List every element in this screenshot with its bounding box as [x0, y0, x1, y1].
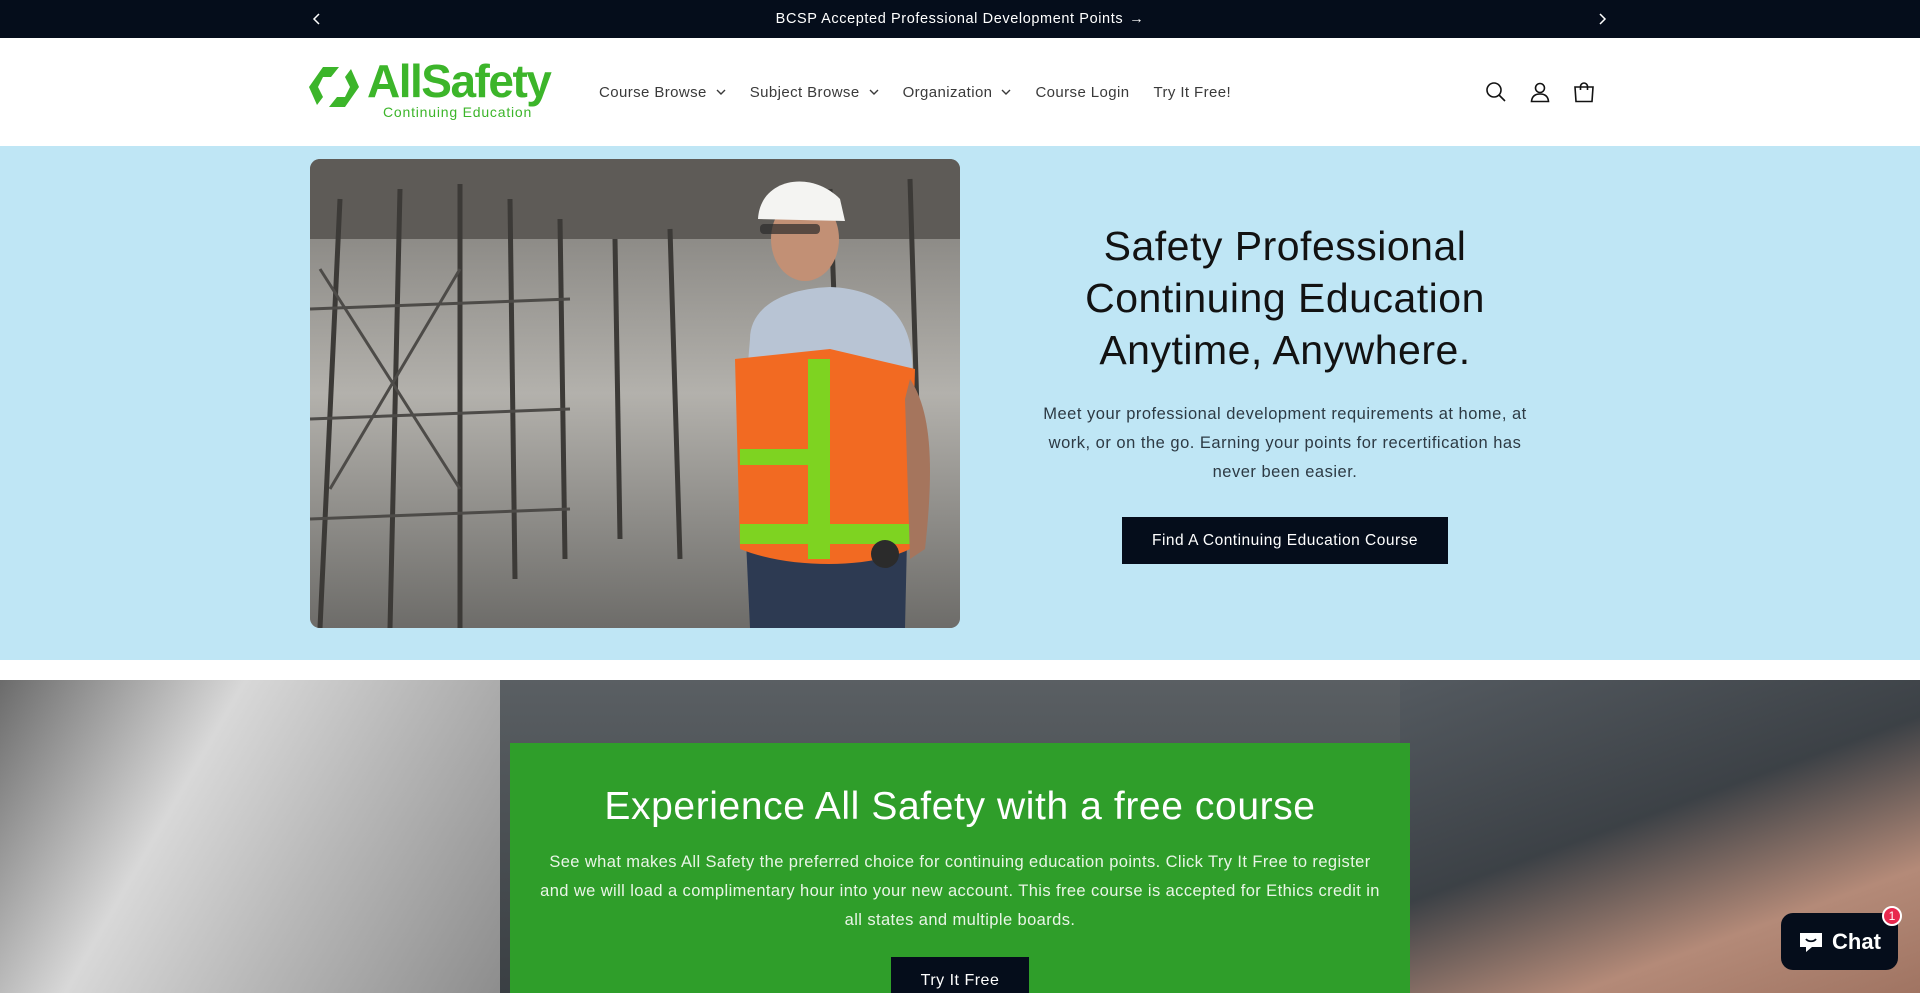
- hero-title-line: Anytime, Anywhere.: [1099, 327, 1471, 373]
- logo-mark-icon: [309, 67, 359, 107]
- announcement-text[interactable]: BCSP Accepted Professional Development P…: [776, 11, 1124, 27]
- main-nav: Course Browse Subject Browse Organizatio…: [587, 38, 1243, 146]
- try-it-free-button[interactable]: Try It Free: [890, 957, 1030, 993]
- hero-description: Meet your professional development requi…: [1043, 405, 1527, 481]
- cart-button[interactable]: [1570, 70, 1598, 114]
- logo-wordmark: AllSafety: [367, 55, 552, 107]
- nav-label: Organization: [902, 83, 993, 101]
- hero-text-block: Safety Professional Continuing Education…: [1030, 220, 1540, 564]
- nav-course-login[interactable]: Course Login: [1023, 72, 1141, 112]
- site-header: AllSafety Continuing Education Course Br…: [0, 38, 1920, 146]
- account-button[interactable]: [1526, 70, 1554, 114]
- chat-notification-badge: 1: [1882, 906, 1902, 926]
- hero-title: Safety Professional Continuing Education…: [1030, 220, 1540, 376]
- site-logo[interactable]: AllSafety Continuing Education: [309, 58, 565, 122]
- logo-tagline: Continuing Education: [383, 104, 533, 120]
- hero-title-line: Continuing Education: [1085, 275, 1485, 321]
- search-button[interactable]: [1482, 70, 1510, 114]
- hero-image-construction-worker: [310, 159, 960, 628]
- nav-organization[interactable]: Organization: [891, 72, 1024, 112]
- arrow-right-icon: →: [1129, 11, 1145, 27]
- free-course-card: Experience All Safety with a free course…: [510, 743, 1410, 993]
- search-icon: [1486, 82, 1506, 102]
- find-course-button[interactable]: Find A Continuing Education Course: [1121, 517, 1449, 564]
- chat-button[interactable]: Chat: [1781, 913, 1898, 970]
- free-course-title: Experience All Safety with a free course: [604, 785, 1316, 828]
- nav-course-browse[interactable]: Course Browse: [587, 72, 738, 112]
- nav-subject-browse[interactable]: Subject Browse: [738, 72, 891, 112]
- announcement-bar: BCSP Accepted Professional Development P…: [0, 0, 1920, 38]
- chevron-right-icon: [1599, 13, 1607, 25]
- nav-try-it-free[interactable]: Try It Free!: [1141, 72, 1243, 112]
- free-course-section: Experience All Safety with a free course…: [0, 680, 1920, 993]
- nav-label: Try It Free!: [1153, 83, 1232, 101]
- nav-label: Course Browse: [599, 83, 707, 101]
- cart-icon: [1574, 82, 1594, 103]
- nav-label: Subject Browse: [749, 83, 860, 101]
- announcement-message[interactable]: BCSP Accepted Professional Development P…: [0, 0, 1920, 38]
- announcement-next-button[interactable]: [1583, 0, 1621, 38]
- chat-bubble-icon: [1800, 932, 1823, 952]
- chevron-down-icon: [716, 89, 726, 96]
- chevron-down-icon: [1001, 89, 1011, 96]
- background-image-left: [0, 680, 520, 993]
- hero-section: Safety Professional Continuing Education…: [0, 146, 1920, 660]
- nav-label: Course Login: [1035, 83, 1130, 101]
- free-course-description: See what makes All Safety the preferred …: [540, 853, 1380, 929]
- account-icon: [1530, 82, 1550, 103]
- chevron-down-icon: [869, 89, 879, 96]
- chat-label: Chat: [1832, 928, 1881, 954]
- hero-title-line: Safety Professional: [1103, 223, 1467, 269]
- header-icons: [1482, 38, 1598, 146]
